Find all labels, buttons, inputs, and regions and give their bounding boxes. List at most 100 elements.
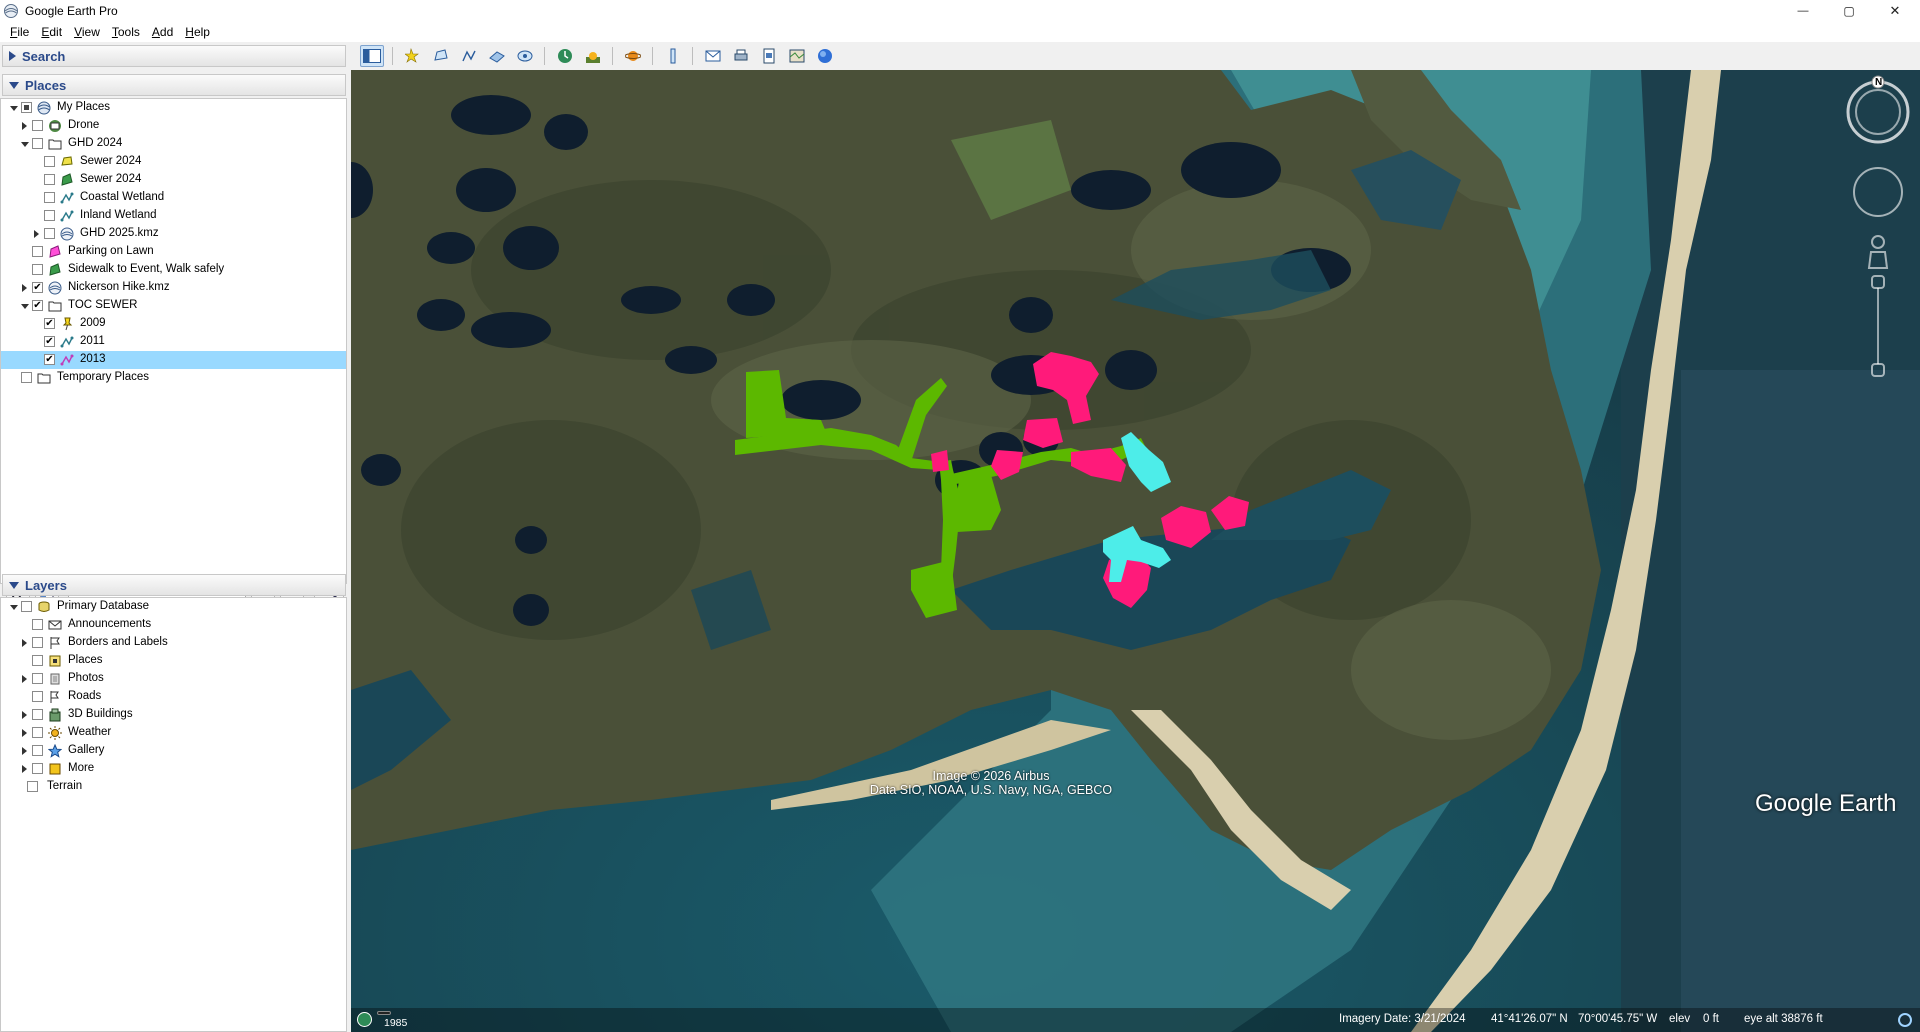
places-item[interactable]: Sewer 2024 [1,153,346,171]
places-item[interactable]: Sidewalk to Event, Walk safely [1,261,346,279]
visibility-checkbox[interactable] [32,727,43,738]
search-panel-header[interactable]: Search [2,45,346,67]
visibility-checkbox[interactable] [32,745,43,756]
visibility-checkbox[interactable] [32,120,43,131]
places-item[interactable]: GHD 2025.kmz [1,225,346,243]
visibility-checkbox[interactable] [44,156,55,167]
places-item[interactable]: ✔ 2011 [1,333,346,351]
collapse-arrow-icon[interactable] [20,301,30,311]
layers-item[interactable]: Photos [1,670,346,688]
visibility-checkbox[interactable] [32,763,43,774]
menu-help[interactable]: Help [179,25,216,39]
collapse-arrow-icon[interactable] [9,103,19,113]
planets-icon[interactable] [621,45,645,67]
collapse-arrow-icon[interactable] [9,602,19,612]
menu-view[interactable]: View [68,25,106,39]
expand-arrow-icon[interactable] [32,229,42,239]
imagery-date: Imagery Date: 3/21/2024 [1339,1013,1466,1025]
visibility-checkbox[interactable] [21,601,32,612]
places-item[interactable]: Drone [1,117,346,135]
expand-arrow-icon[interactable] [20,764,30,774]
add-placemark-icon[interactable] [401,45,425,67]
visibility-checkbox[interactable] [32,691,43,702]
expand-arrow-icon[interactable] [20,674,30,684]
places-item[interactable]: Coastal Wetland [1,189,346,207]
places-panel-header[interactable]: Places [2,74,346,96]
add-polygon-icon[interactable] [429,45,453,67]
places-item[interactable]: Inland Wetland [1,207,346,225]
layers-item[interactable]: Gallery [1,742,346,760]
ruler-icon[interactable] [661,45,685,67]
historical-imagery-icon[interactable] [553,45,577,67]
maximize-button[interactable]: ▢ [1826,0,1872,22]
layers-item[interactable]: Primary Database [1,598,346,616]
visibility-checkbox[interactable]: ✔ [32,300,43,311]
layers-item[interactable]: Borders and Labels [1,634,346,652]
close-button[interactable]: ✕ [1872,0,1918,22]
layers-item[interactable]: Roads [1,688,346,706]
visibility-checkbox[interactable] [32,655,43,666]
places-item[interactable]: ✔ 2013 [1,351,346,369]
layers-item[interactable]: Places [1,652,346,670]
add-image-overlay-icon[interactable] [485,45,509,67]
expand-arrow-icon[interactable] [20,710,30,720]
layers-item[interactable]: Weather [1,724,346,742]
expand-arrow-icon[interactable] [20,728,30,738]
expand-arrow-icon[interactable] [20,638,30,648]
places-item[interactable]: ✔ Nickerson Hike.kmz [1,279,346,297]
layers-item[interactable]: Terrain [1,778,346,796]
satellite-imagery[interactable] [351,70,1920,1032]
layers-panel-header[interactable]: Layers [2,574,346,596]
visibility-checkbox[interactable] [44,174,55,185]
visibility-checkbox[interactable] [32,138,43,149]
visibility-checkbox[interactable] [32,673,43,684]
visibility-checkbox[interactable] [44,192,55,203]
minimize-button[interactable]: — [1780,0,1826,22]
visibility-checkbox[interactable] [21,372,32,383]
places-item[interactable]: Temporary Places [1,369,346,387]
expand-arrow-icon[interactable] [20,121,30,131]
historical-imagery-clock-icon[interactable] [357,1012,372,1027]
menu-file[interactable]: File [4,25,35,39]
print-icon[interactable] [729,45,753,67]
expand-arrow-icon[interactable] [20,746,30,756]
visibility-checkbox[interactable] [44,210,55,221]
visibility-checkbox[interactable] [32,637,43,648]
historical-year-badge[interactable]: 1985 [377,1011,407,1029]
collapse-arrow-icon[interactable] [20,139,30,149]
layers-item[interactable]: Announcements [1,616,346,634]
places-item[interactable]: Parking on Lawn [1,243,346,261]
map-view[interactable]: N Image © 2026 Airbus Data SIO, NOAA, U.… [351,70,1920,1032]
visibility-checkbox[interactable]: ✔ [44,354,55,365]
places-item[interactable]: My Places [1,99,346,117]
expand-arrow-icon[interactable] [20,283,30,293]
visibility-checkbox[interactable]: ✔ [32,282,43,293]
earth-view-icon[interactable] [813,45,837,67]
email-icon[interactable] [701,45,725,67]
visibility-checkbox[interactable] [21,102,32,113]
menu-edit[interactable]: Edit [35,25,68,39]
places-item[interactable]: Sewer 2024 [1,171,346,189]
layers-item[interactable]: 3D Buildings [1,706,346,724]
menu-tools[interactable]: Tools [106,25,146,39]
visibility-checkbox[interactable] [27,781,38,792]
layers-item[interactable]: More [1,760,346,778]
save-image-icon[interactable] [757,45,781,67]
record-tour-icon[interactable] [513,45,537,67]
visibility-checkbox[interactable] [44,228,55,239]
visibility-checkbox[interactable] [32,709,43,720]
visibility-checkbox[interactable] [32,264,43,275]
places-item[interactable]: ✔ 2009 [1,315,346,333]
visibility-checkbox[interactable]: ✔ [44,336,55,347]
view-in-maps-icon[interactable] [785,45,809,67]
places-item[interactable]: ✔ TOC SEWER [1,297,346,315]
collapse-arrow-icon [9,581,19,589]
visibility-checkbox[interactable] [32,246,43,257]
sidebar-toggle-icon[interactable] [360,45,384,67]
menu-add[interactable]: Add [146,25,179,39]
sunlight-icon[interactable] [581,45,605,67]
visibility-checkbox[interactable]: ✔ [44,318,55,329]
places-item[interactable]: GHD 2024 [1,135,346,153]
add-path-icon[interactable] [457,45,481,67]
visibility-checkbox[interactable] [32,619,43,630]
